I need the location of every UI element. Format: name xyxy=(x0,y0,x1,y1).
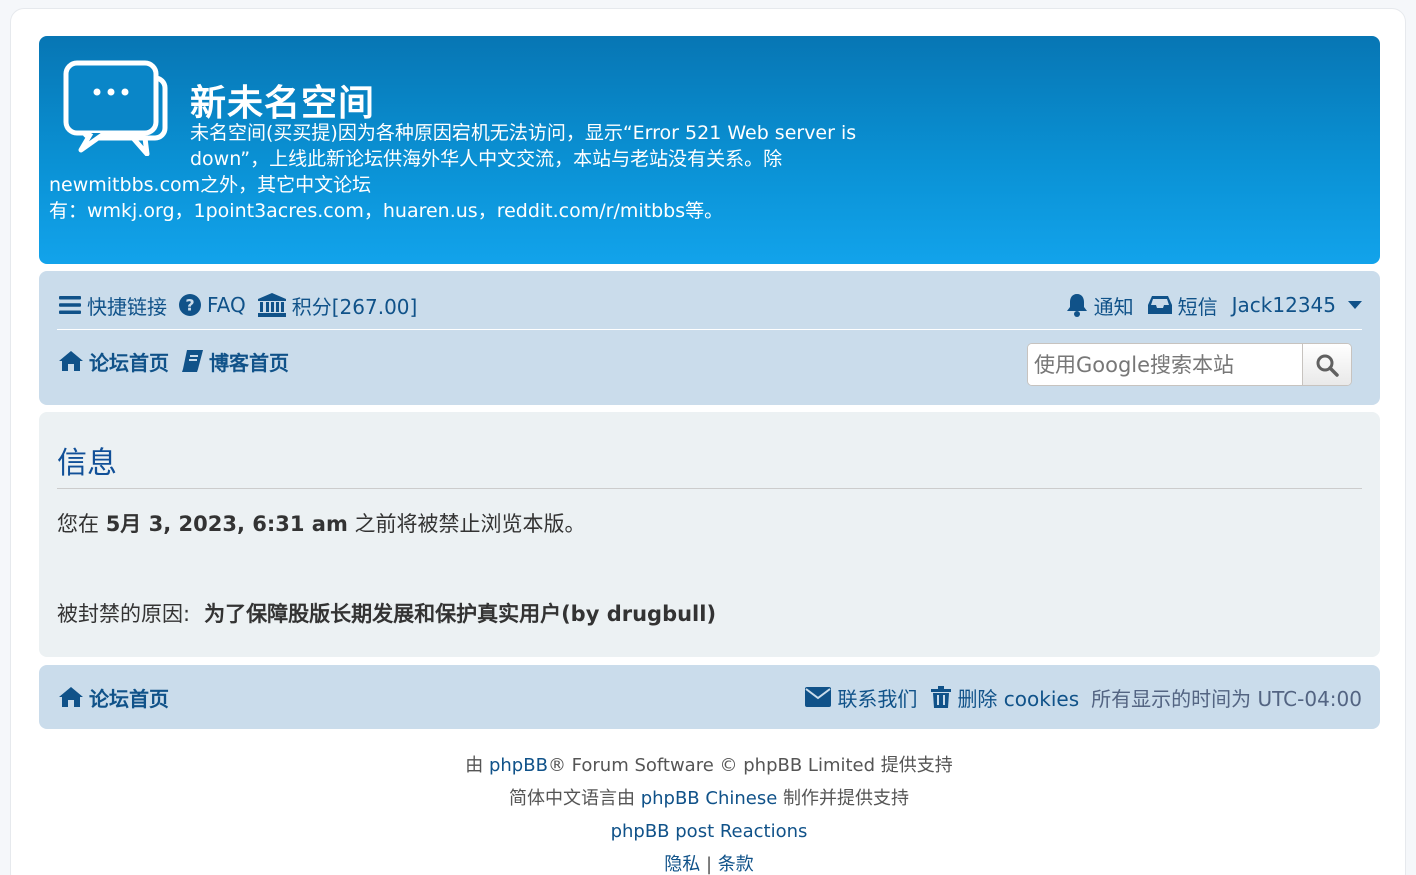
username: Jack12345 xyxy=(1231,293,1336,317)
ban-suffix: 之前将被禁止浏览本版。 xyxy=(354,512,586,536)
delete-cookies-label: 删除 cookies xyxy=(957,686,1080,711)
home-icon xyxy=(59,687,83,707)
terms-link[interactable]: 条款 xyxy=(718,854,754,875)
phpbb-link[interactable]: phpBB xyxy=(489,755,548,776)
question-circle-icon: ? xyxy=(179,294,201,316)
site-description-line: down”，上线此新论坛供海外华人中文交流，本站与老站没有关系。除 xyxy=(190,148,783,170)
trash-icon xyxy=(931,686,952,708)
blog-home-link[interactable]: 博客首页 xyxy=(181,347,289,376)
faq-label: FAQ xyxy=(207,293,246,317)
translation-suffix: 制作并提供支持 xyxy=(783,788,910,809)
ban-reason: 被封禁的原因: 为了保障股版长期发展和保护真实用户(by drugbull) xyxy=(57,598,716,628)
message-heading: 信息 xyxy=(57,446,117,481)
site-description-line: newmitbbs.com之外，其它中文论坛 xyxy=(49,174,372,196)
navbar-divider xyxy=(57,329,1362,330)
book-icon xyxy=(182,350,203,372)
timezone-info: 所有显示的时间为 UTC-04:00 xyxy=(1091,686,1362,711)
forum-software-text: ® Forum Software © phpBB Limited 提供支持 xyxy=(547,755,953,776)
inbox-icon xyxy=(1147,296,1172,314)
copyright-footer: 由 phpBB® Forum Software © phpBB Limited … xyxy=(11,749,1407,875)
footer-navbar: 论坛首页 联系我们 删除 cookies 所有显示的时间为 UTC-04:00 xyxy=(39,665,1380,729)
faq-link[interactable]: ? FAQ xyxy=(179,293,246,317)
ban-prefix: 您在 xyxy=(57,512,99,536)
contact-us-label: 联系我们 xyxy=(837,686,918,711)
user-menu[interactable]: Jack12345 xyxy=(1232,293,1362,317)
forum-home-link[interactable]: 论坛首页 xyxy=(59,347,169,376)
ban-message: 您在 5月 3, 2023, 6:31 am 之前将被禁止浏览本版。 xyxy=(57,508,586,538)
search-input[interactable] xyxy=(1028,344,1302,385)
bank-icon xyxy=(257,293,286,317)
ban-reason-text: 为了保障股版长期发展和保护真实用户(by drugbull) xyxy=(204,602,717,626)
quick-links-label: 快捷链接 xyxy=(87,294,167,319)
hamburger-icon xyxy=(59,296,81,314)
search-button[interactable] xyxy=(1302,344,1351,385)
page-wrapper: 新未名空间 未名空间(买买提)因为各种原因宕机无法访问，显示“Error 521… xyxy=(10,8,1406,875)
blog-home-label: 博客首页 xyxy=(209,350,289,375)
privacy-link[interactable]: 隐私 xyxy=(664,854,700,875)
search-icon xyxy=(1316,354,1339,377)
contact-us-link[interactable]: 联系我们 xyxy=(805,683,917,712)
site-title: 新未名空间 xyxy=(190,83,376,124)
envelope-icon xyxy=(805,687,832,707)
messages-link[interactable]: 短信 xyxy=(1147,291,1218,320)
footer-forum-home-label: 论坛首页 xyxy=(89,686,169,711)
notifications-link[interactable]: 通知 xyxy=(1066,291,1134,320)
site-description-line: 有：wmkj.org，1point3acres.com，huaren.us，re… xyxy=(49,200,724,222)
forum-home-label: 论坛首页 xyxy=(89,350,169,375)
search-box xyxy=(1027,343,1352,386)
ban-reason-label: 被封禁的原因: xyxy=(57,602,191,626)
site-description-line: 未名空间(买买提)因为各种原因宕机无法访问，显示“Error 521 Web s… xyxy=(190,122,857,144)
reactions-line: phpBB post Reactions xyxy=(11,815,1407,848)
home-icon xyxy=(59,351,83,371)
notifications-label: 通知 xyxy=(1093,294,1134,319)
phpbb-chinese-link[interactable]: phpBB Chinese xyxy=(641,788,778,809)
svg-text:?: ? xyxy=(185,296,194,315)
legal-separator: | xyxy=(705,854,713,875)
message-panel: 信息 您在 5月 3, 2023, 6:31 am 之前将被禁止浏览本版。 被封… xyxy=(39,412,1380,657)
phpbb-reactions-link[interactable]: phpBB post Reactions xyxy=(611,821,808,842)
heading-divider xyxy=(57,488,1362,489)
footer-forum-home-link[interactable]: 论坛首页 xyxy=(59,683,169,712)
ban-date: 5月 3, 2023, 6:31 am xyxy=(105,512,348,536)
bell-icon xyxy=(1066,294,1087,317)
powered-by-prefix: 由 xyxy=(465,755,484,776)
points-link[interactable]: 积分[267.00] xyxy=(257,291,418,320)
translation-line: 简体中文语言由 phpBB Chinese 制作并提供支持 xyxy=(11,782,1407,815)
delete-cookies-link[interactable]: 删除 cookies xyxy=(931,683,1079,712)
caret-down-icon xyxy=(1348,301,1362,309)
points-label: 积分[267.00] xyxy=(291,294,418,319)
messages-label: 短信 xyxy=(1177,294,1218,319)
navbar: 快捷链接 ? FAQ 积分[267.00] 通知 短信 Jack12345 论坛… xyxy=(39,271,1380,405)
copyright-line: 由 phpBB® Forum Software © phpBB Limited … xyxy=(11,749,1407,782)
quick-links-menu[interactable]: 快捷链接 xyxy=(59,291,167,320)
site-header: 新未名空间 未名空间(买买提)因为各种原因宕机无法访问，显示“Error 521… xyxy=(39,36,1380,264)
translation-prefix: 简体中文语言由 xyxy=(508,788,635,809)
site-description: 未名空间(买买提)因为各种原因宕机无法访问，显示“Error 521 Web s… xyxy=(49,120,909,224)
legal-links: 隐私 | 条款 xyxy=(11,848,1407,875)
